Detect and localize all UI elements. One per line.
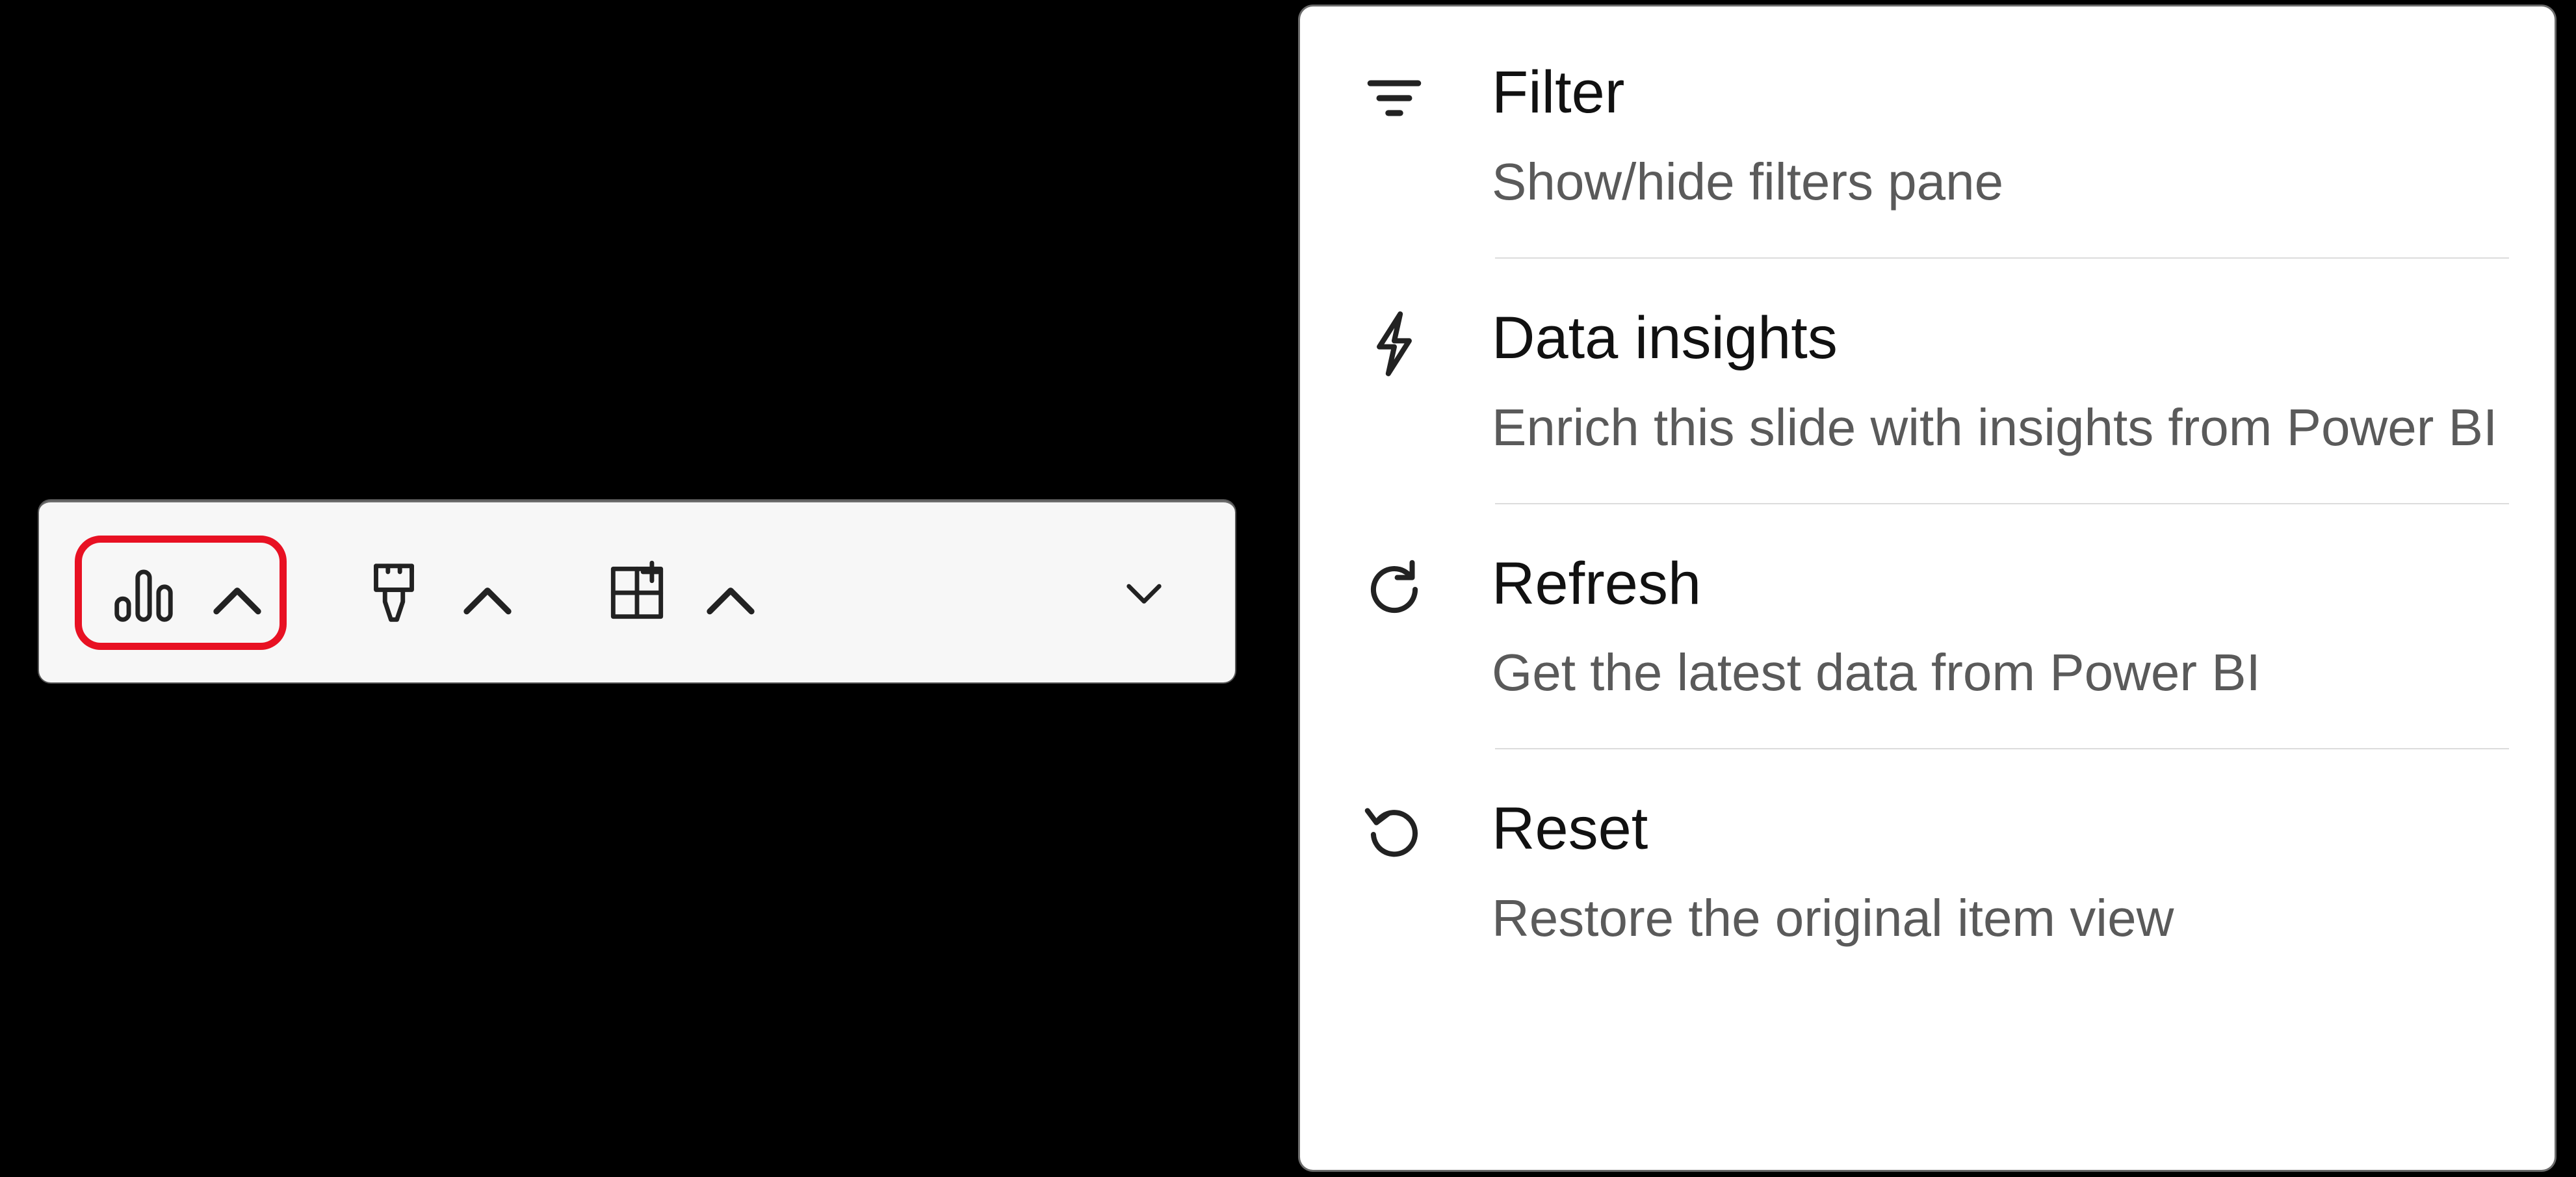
data-options-toolbar bbox=[39, 500, 1235, 682]
add-grid-icon bbox=[601, 557, 673, 628]
filter-icon bbox=[1352, 58, 1437, 134]
refresh-icon bbox=[1352, 550, 1437, 625]
data-options-menu: Filter Show/hide filters pane Data insig… bbox=[1300, 6, 2555, 1170]
chevron-up-icon bbox=[202, 567, 254, 619]
toolbar-item-format[interactable] bbox=[332, 543, 530, 643]
menu-item-description: Get the latest data from Power BI bbox=[1492, 639, 2509, 706]
menu-item-data-insights[interactable]: Data insights Enrich this slide with ins… bbox=[1300, 259, 2555, 503]
chevron-up-icon bbox=[452, 567, 504, 619]
toolbar-item-data-options[interactable] bbox=[75, 536, 287, 650]
menu-item-description: Enrich this slide with insights from Pow… bbox=[1492, 394, 2509, 461]
menu-item-title: Data insights bbox=[1492, 304, 2509, 373]
bar-chart-icon bbox=[108, 557, 179, 628]
chevron-up-icon bbox=[695, 567, 747, 619]
toolbar-item-add-grid[interactable] bbox=[575, 543, 773, 643]
menu-item-filter[interactable]: Filter Show/hide filters pane bbox=[1300, 13, 2555, 257]
paintbrush-icon bbox=[358, 557, 430, 628]
menu-item-title: Refresh bbox=[1492, 550, 2509, 619]
menu-item-reset[interactable]: Reset Restore the original item view bbox=[1300, 749, 2555, 994]
menu-item-title: Reset bbox=[1492, 795, 2509, 864]
menu-item-refresh[interactable]: Refresh Get the latest data from Power B… bbox=[1300, 504, 2555, 749]
lightning-icon bbox=[1352, 304, 1437, 380]
menu-item-description: Restore the original item view bbox=[1492, 885, 2509, 952]
chevron-down-icon[interactable] bbox=[1118, 567, 1170, 619]
menu-item-title: Filter bbox=[1492, 58, 2509, 127]
reset-icon bbox=[1352, 795, 1437, 870]
menu-item-description: Show/hide filters pane bbox=[1492, 148, 2509, 216]
